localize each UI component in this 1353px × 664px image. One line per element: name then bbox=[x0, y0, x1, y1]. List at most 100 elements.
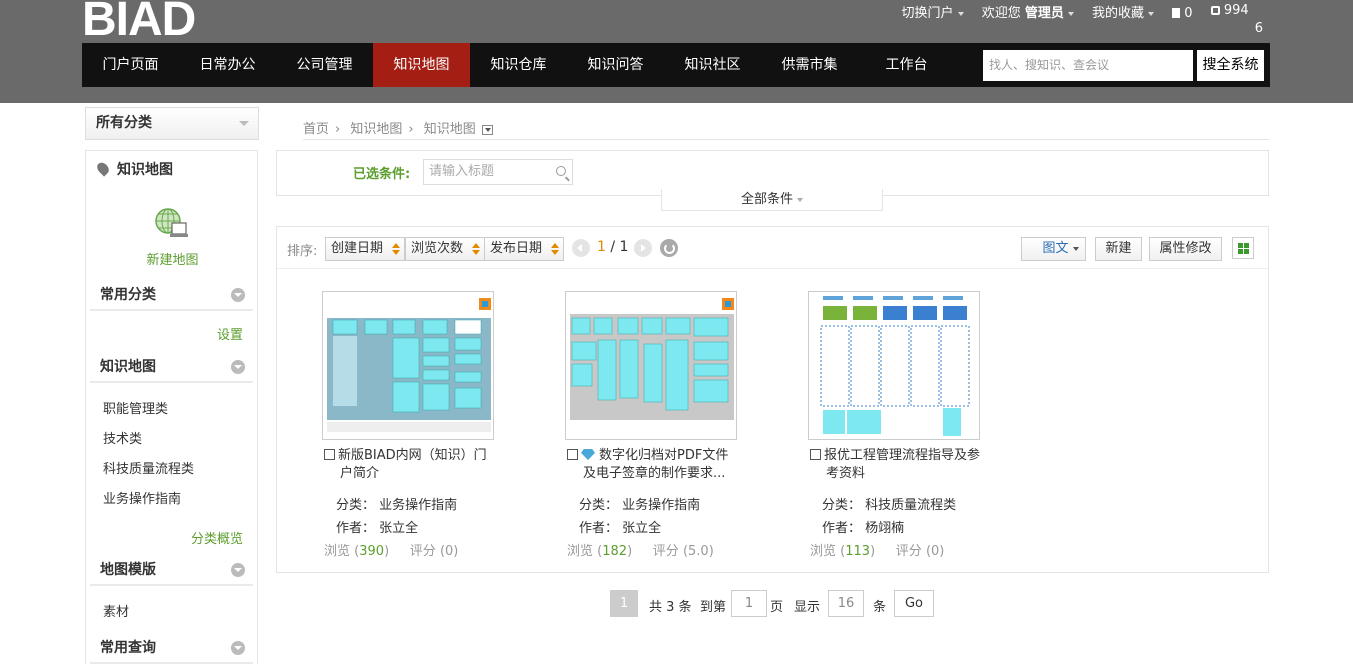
item-unit: 条 bbox=[873, 600, 887, 615]
caret-down-icon bbox=[1148, 11, 1155, 16]
select-checkbox[interactable] bbox=[567, 449, 578, 460]
all-conditions-toggle[interactable]: 全部条件 bbox=[661, 189, 883, 211]
document-title[interactable]: 报优工程管理流程指导及参 考资料 bbox=[810, 447, 982, 483]
collapse-icon bbox=[231, 360, 245, 374]
page-button-current[interactable]: 1 bbox=[610, 590, 638, 617]
document-thumbnail[interactable] bbox=[565, 291, 737, 440]
sort-arrows-icon bbox=[551, 243, 559, 255]
document-author: 作者： 杨翊楠 bbox=[822, 521, 905, 536]
chevron-right-icon: › bbox=[335, 122, 341, 137]
map-template-header[interactable]: 地图模版 bbox=[90, 556, 253, 586]
next-page-icon[interactable] bbox=[634, 239, 652, 257]
document-title[interactable]: 新版BIAD内网（知识）门 户简介 bbox=[324, 447, 496, 483]
top-header: BIAD 切换门户 欢迎您 管理员 我的收藏 0 994 6 门户页面 日常办公 … bbox=[0, 0, 1353, 103]
panel-title: 知识地图 bbox=[94, 159, 173, 179]
sort-label: 排序: bbox=[287, 244, 318, 259]
global-search-input[interactable]: 找人、搜知识、查会议 bbox=[983, 50, 1193, 81]
page-size-input[interactable]: 16 bbox=[828, 590, 864, 617]
nav-knowledge-map[interactable]: 知识地图 bbox=[373, 43, 470, 87]
map-item-quality-process[interactable]: 科技质量流程类 bbox=[103, 458, 194, 477]
nav-knowledge-qa[interactable]: 知识问答 bbox=[567, 43, 664, 87]
knowledge-map-panel: 知识地图 新建地图 常用分类 设置 知识地图 职能管理类 技术类 科技质量流程类… bbox=[85, 150, 258, 664]
refresh-icon[interactable] bbox=[660, 239, 678, 257]
new-map-link[interactable]: 新建地图 bbox=[86, 249, 259, 268]
main-nav: 门户页面 日常办公 公司管理 知识地图 知识仓库 知识问答 知识社区 供需市集 … bbox=[82, 43, 1270, 87]
edit-counter[interactable]: 994 6 bbox=[1210, 2, 1263, 38]
document-category: 分类： 科技质量流程类 bbox=[822, 498, 957, 513]
top-links: 切换门户 欢迎您 管理员 我的收藏 0 994 6 bbox=[888, 2, 1263, 38]
document-icon bbox=[1172, 8, 1181, 18]
new-button[interactable]: 新建 bbox=[1095, 237, 1142, 261]
nav-daily-office[interactable]: 日常办公 bbox=[179, 43, 276, 87]
map-item-operation-guide[interactable]: 业务操作指南 bbox=[103, 488, 181, 507]
search-all-button[interactable]: 搜全系统 bbox=[1197, 50, 1264, 81]
globe-map-icon[interactable] bbox=[154, 207, 188, 239]
attribute-edit-button[interactable]: 属性修改 bbox=[1149, 237, 1222, 261]
document-author: 作者： 张立全 bbox=[336, 521, 419, 536]
prev-page-icon[interactable] bbox=[572, 239, 590, 257]
sort-arrows-icon bbox=[392, 243, 400, 255]
nav-knowledge-community[interactable]: 知识社区 bbox=[664, 43, 761, 87]
all-categories-dropdown[interactable]: 所有分类 bbox=[85, 107, 259, 140]
nav-workbench[interactable]: 工作台 bbox=[858, 43, 955, 87]
view-mode-dropdown[interactable]: 图文 bbox=[1021, 237, 1086, 261]
sort-publish-date[interactable]: 发布日期 bbox=[484, 237, 564, 261]
page-indicator: 1 / 1 bbox=[597, 239, 629, 255]
location-pin-icon bbox=[94, 160, 112, 177]
document-stats: 浏览 (390) 评分 (0) bbox=[324, 544, 459, 559]
caret-down-icon bbox=[1067, 11, 1074, 16]
template-item-material[interactable]: 素材 bbox=[103, 601, 129, 620]
goto-page-input[interactable]: 1 bbox=[731, 590, 767, 617]
chevron-right-icon: › bbox=[408, 122, 414, 137]
common-categories-header[interactable]: 常用分类 bbox=[90, 281, 253, 311]
collapse-icon bbox=[231, 563, 245, 577]
map-item-technical[interactable]: 技术类 bbox=[103, 428, 142, 447]
crumb-home[interactable]: 首页 bbox=[303, 122, 329, 137]
switch-portal-link[interactable]: 切换门户 bbox=[902, 6, 964, 21]
document-thumbnail[interactable] bbox=[322, 291, 494, 440]
show-label: 显示 bbox=[794, 600, 821, 615]
document-list: 排序: 创建日期 浏览次数 发布日期 1 / 1 图文 新建 属性修改 新版BI… bbox=[276, 226, 1269, 573]
crumb-current: 知识地图 bbox=[423, 122, 476, 137]
common-queries-header[interactable]: 常用查询 bbox=[90, 634, 253, 664]
settings-link[interactable]: 设置 bbox=[217, 324, 243, 343]
select-checkbox[interactable] bbox=[324, 449, 335, 460]
go-button[interactable]: Go bbox=[894, 590, 934, 617]
map-item-functional[interactable]: 职能管理类 bbox=[103, 398, 168, 417]
sort-view-count[interactable]: 浏览次数 bbox=[405, 237, 485, 261]
edit-icon bbox=[1210, 6, 1220, 15]
grid-view-icon[interactable] bbox=[1232, 237, 1254, 259]
title-search-input[interactable]: 请输入标题 bbox=[423, 159, 573, 185]
nav-portal[interactable]: 门户页面 bbox=[82, 43, 179, 87]
diamond-icon bbox=[581, 449, 595, 460]
nav-market[interactable]: 供需市集 bbox=[761, 43, 858, 87]
caret-down-icon bbox=[957, 11, 964, 16]
biad-logo[interactable]: BIAD bbox=[82, 0, 196, 46]
favorites-menu[interactable]: 我的收藏 bbox=[1092, 6, 1155, 21]
caret-down-icon bbox=[1072, 246, 1079, 251]
total-count: 共 3 条 bbox=[649, 600, 692, 615]
collapse-icon bbox=[231, 288, 245, 302]
collapse-icon bbox=[231, 641, 245, 655]
nav-company-mgmt[interactable]: 公司管理 bbox=[276, 43, 373, 87]
dropdown-icon[interactable] bbox=[481, 124, 493, 135]
left-sidebar: 所有分类 知识地图 新建地图 常用分类 设置 知识地图 职能管理类 技术类 科技… bbox=[85, 107, 259, 664]
knowledge-map-header[interactable]: 知识地图 bbox=[90, 353, 253, 383]
document-title[interactable]: 数字化归档对PDF文件 及电子签章的制作要求... bbox=[567, 447, 739, 483]
user-menu[interactable]: 欢迎您 管理员 bbox=[982, 6, 1074, 21]
nav-knowledge-repo[interactable]: 知识仓库 bbox=[470, 43, 567, 87]
document-category: 分类： 业务操作指南 bbox=[336, 498, 458, 513]
sort-created-date[interactable]: 创建日期 bbox=[325, 237, 405, 261]
search-icon[interactable] bbox=[556, 166, 566, 176]
sort-arrows-icon bbox=[472, 243, 480, 255]
document-author: 作者： 张立全 bbox=[579, 521, 662, 536]
document-thumbnail[interactable] bbox=[808, 291, 980, 440]
divider bbox=[303, 139, 1269, 140]
selected-conditions-label: 已选条件: bbox=[353, 167, 411, 182]
select-checkbox[interactable] bbox=[810, 449, 821, 460]
category-overview-link[interactable]: 分类概览 bbox=[191, 528, 243, 547]
document-stats: 浏览 (113) 评分 (0) bbox=[810, 544, 945, 559]
caret-down-icon bbox=[239, 121, 249, 126]
doc-counter[interactable]: 0 bbox=[1172, 6, 1193, 21]
crumb-map[interactable]: 知识地图 bbox=[350, 122, 402, 137]
